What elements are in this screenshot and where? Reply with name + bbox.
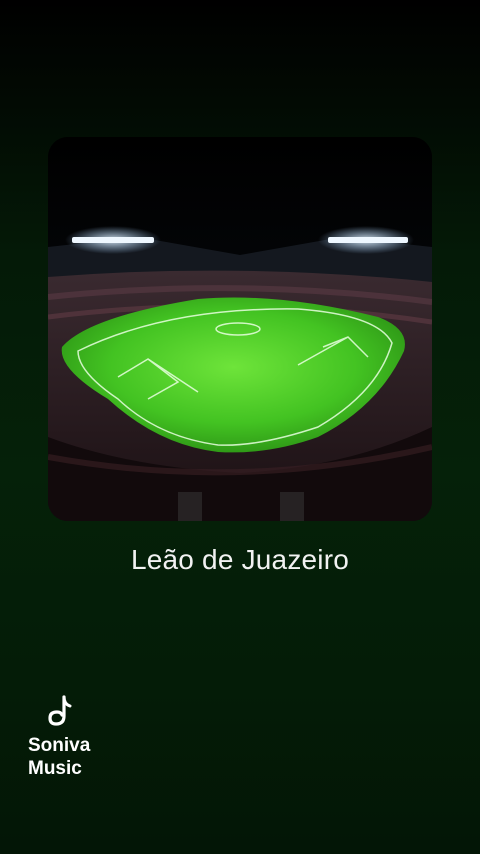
music-note-logo-icon [48, 695, 72, 726]
stadium-artwork-image [48, 137, 432, 521]
song-title: Leão de Juazeiro [130, 544, 350, 575]
album-artwork [48, 137, 432, 521]
brand-name: Soniva Music [28, 735, 91, 779]
brand-logo: Soniva Music [28, 694, 148, 780]
